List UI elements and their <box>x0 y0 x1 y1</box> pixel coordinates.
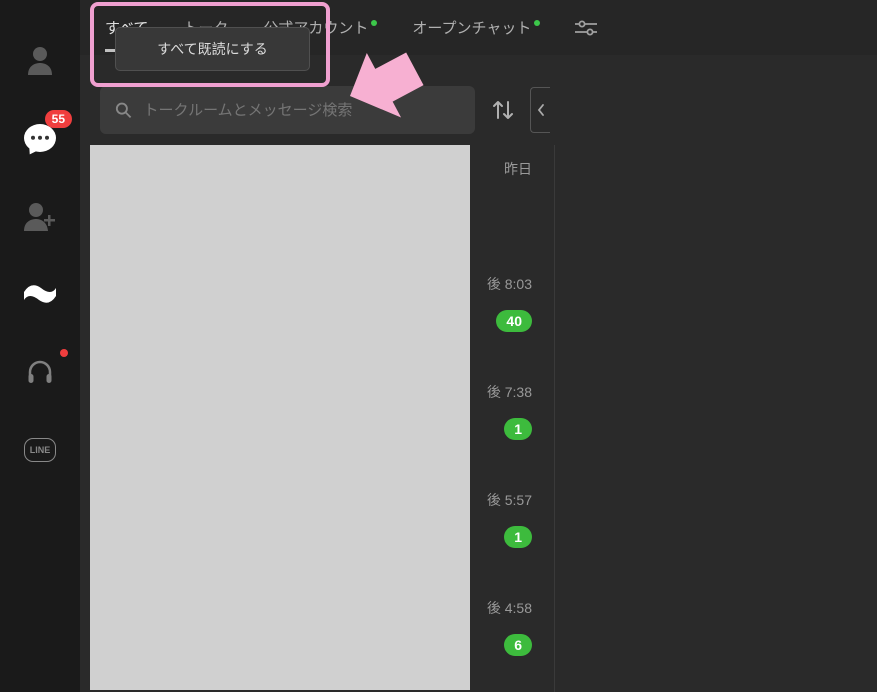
unread-badge: 1 <box>504 526 532 548</box>
sort-button[interactable] <box>485 87 520 133</box>
left-nav-rail: 55 LINE <box>0 0 80 692</box>
headset-icon <box>26 358 54 386</box>
chat-time: 後 7:38 <box>487 382 532 402</box>
unread-badge: 40 <box>496 310 532 332</box>
search-row <box>100 86 550 134</box>
chat-time: 昨日 <box>504 159 532 179</box>
nav-chats[interactable]: 55 <box>20 118 60 158</box>
chevron-left-icon <box>537 103 545 117</box>
unread-badge: 6 <box>504 634 532 656</box>
context-menu: すべて既読にする <box>115 27 310 71</box>
person-icon <box>26 45 54 75</box>
content-mask <box>90 145 470 690</box>
add-person-icon <box>24 201 56 231</box>
collapse-button[interactable] <box>530 87 550 133</box>
play-icon <box>24 282 56 306</box>
nav-call[interactable] <box>20 352 60 392</box>
search-input[interactable] <box>144 102 460 119</box>
nav-add-friend[interactable] <box>20 196 60 236</box>
search-icon <box>115 101 132 119</box>
chat-bubble-icon <box>24 124 56 152</box>
notification-dot <box>60 349 68 357</box>
notification-dot <box>534 20 540 26</box>
chat-time: 後 8:03 <box>487 274 532 294</box>
search-box[interactable] <box>100 86 475 134</box>
sort-icon <box>492 98 514 122</box>
nav-profile[interactable] <box>20 40 60 80</box>
notification-dot <box>371 20 377 26</box>
sliders-icon <box>575 19 597 37</box>
tab-filter-settings[interactable] <box>575 19 597 37</box>
unread-badge: 1 <box>504 418 532 440</box>
mark-all-read-menuitem[interactable]: すべて既読にする <box>116 28 309 70</box>
conversation-panel <box>555 55 877 692</box>
chat-time: 後 4:58 <box>487 598 532 618</box>
line-icon: LINE <box>24 438 57 462</box>
nav-voom[interactable] <box>20 274 60 314</box>
tab-openchat[interactable]: オープンチャット <box>412 17 540 38</box>
chat-unread-badge: 55 <box>45 110 72 128</box>
nav-line[interactable]: LINE <box>20 430 60 470</box>
chat-time: 後 5:57 <box>487 490 532 510</box>
